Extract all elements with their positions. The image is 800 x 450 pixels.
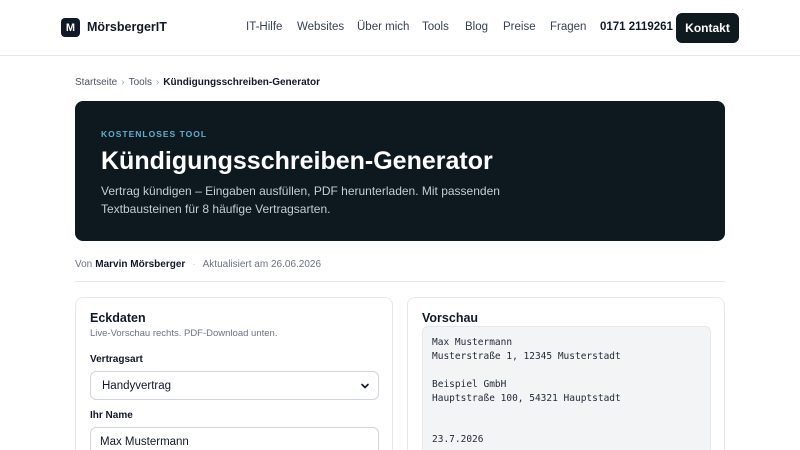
nav-item-fragen[interactable]: Fragen [550,21,586,33]
nav-item-it-hilfe[interactable]: IT-Hilfe [246,21,282,33]
nav-item-ueber-mich[interactable]: Über mich [357,21,409,33]
article-meta: Von Marvin Mörsberger · Aktualisiert am … [75,259,321,270]
site-header: M MörsbergerIT IT-Hilfe Websites Über mi… [0,0,800,56]
nav-item-preise[interactable]: Preise [503,21,536,33]
name-input[interactable]: Max Mustermann [90,427,379,450]
nav-item-tools[interactable]: Tools [422,21,449,33]
divider [75,281,725,282]
preview-line: Hauptstraße 100, 54321 Hauptstadt [432,393,621,404]
breadcrumb-item-startseite[interactable]: Startseite [75,77,117,88]
logo-icon[interactable]: M [61,18,80,37]
contract-type-value: Handyvertrag [102,380,172,392]
contract-type-label: Vertragsart [90,354,143,365]
meta-separator: · [192,259,196,270]
name-input-value: Max Mustermann [100,436,189,448]
preview-line: Musterstraße 1, 12345 Musterstadt [432,351,621,362]
form-subtitle: Live-Vorschau rechts. PDF-Download unten… [90,328,278,339]
preview-line: 23.7.2026 [432,434,484,445]
breadcrumb-separator: › [155,77,160,88]
updated-date: Aktualisiert am 26.06.2026 [202,259,322,270]
name-label: Ihr Name [90,410,133,421]
form-title: Eckdaten [90,311,146,325]
breadcrumb-separator: › [121,77,125,88]
meta-by-label: Von [75,259,93,270]
preview-title: Vorschau [422,311,479,325]
form-card: Eckdaten Live-Vorschau rechts. PDF-Downl… [75,297,393,450]
phone-link[interactable]: 0171 2119261 [600,21,673,33]
nav-item-blog[interactable]: Blog [465,21,488,33]
page-title: Kündigungsschreiben-Generator [101,147,493,175]
preview-line: Beispiel GmbH [432,379,507,390]
breadcrumb-current: Kündigungsschreiben-Generator [163,77,320,88]
contact-button[interactable]: Kontakt [676,13,739,43]
hero-description: Vertrag kündigen – Eingaben ausfüllen, P… [101,184,500,216]
hero-banner: KOSTENLOSES TOOL Kündigungsschreiben-Gen… [75,101,725,241]
chevron-down-icon [361,383,369,389]
preview-line: Max Mustermann [432,337,513,348]
breadcrumb: Startseite › Tools › Kündigungsschreiben… [75,77,320,88]
preview-document: Max Mustermann Musterstraße 1, 12345 Mus… [422,326,711,450]
logo-text[interactable]: MörsbergerIT [87,20,167,34]
nav-item-websites[interactable]: Websites [297,21,344,33]
author-link[interactable]: Marvin Mörsberger [95,259,185,270]
preview-card: Vorschau Max Mustermann Musterstraße 1, … [407,297,725,450]
breadcrumb-item-tools[interactable]: Tools [129,77,152,88]
contract-type-select[interactable]: Handyvertrag [90,371,379,400]
hero-eyebrow: KOSTENLOSES TOOL [101,129,208,139]
